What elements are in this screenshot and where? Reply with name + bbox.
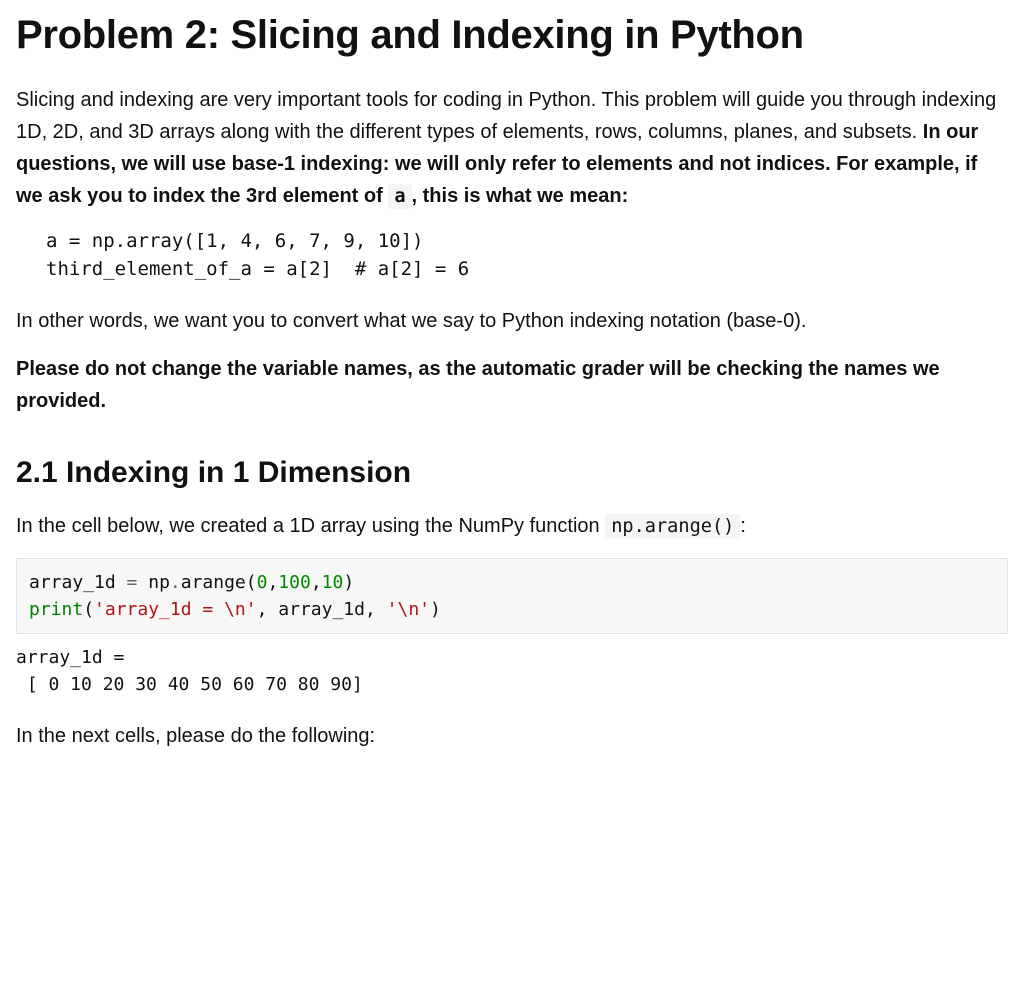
intro-bold-after: , this is what we mean:: [412, 185, 629, 207]
code-token: ,: [311, 572, 322, 593]
code-num: 0: [257, 572, 268, 593]
intro-lead: Slicing and indexing are very important …: [16, 89, 996, 143]
code-token: array_1d: [29, 572, 127, 593]
warning-text: Please do not change the variable names,…: [16, 358, 940, 412]
s21-intro-code: np.arange(): [605, 514, 740, 539]
code-token: ,: [267, 572, 278, 593]
code-token: ): [430, 599, 441, 620]
page-title: Problem 2: Slicing and Indexing in Pytho…: [16, 10, 1008, 60]
code-token: np: [137, 572, 170, 593]
s21-intro-after: :: [740, 515, 746, 537]
warning-paragraph: Please do not change the variable names,…: [16, 353, 1008, 417]
code-token: (: [83, 599, 94, 620]
code-cell: array_1d = np.arange(0,100,10) print('ar…: [16, 558, 1008, 634]
intro-code-token: a: [388, 184, 411, 209]
code-output: array_1d = [ 0 10 20 30 40 50 60 70 80 9…: [16, 644, 1008, 698]
post-example-paragraph: In other words, we want you to convert w…: [16, 305, 1008, 337]
section-2-1-heading: 2.1 Indexing in 1 Dimension: [16, 453, 1008, 492]
code-num: 100: [278, 572, 311, 593]
code-str: 'array_1d = \n': [94, 599, 257, 620]
section-2-1-followup: In the next cells, please do the followi…: [16, 720, 1008, 752]
code-builtin: print: [29, 599, 83, 620]
s21-intro-before: In the cell below, we created a 1D array…: [16, 515, 605, 537]
intro-paragraph: Slicing and indexing are very important …: [16, 84, 1008, 212]
code-str: '\n': [387, 599, 430, 620]
code-token: ): [343, 572, 354, 593]
code-token: arange(: [181, 572, 257, 593]
example-code-block: a = np.array([1, 4, 6, 7, 9, 10]) third_…: [16, 228, 1008, 283]
code-num: 10: [322, 572, 344, 593]
code-op: .: [170, 572, 181, 593]
code-token: , array_1d,: [257, 599, 387, 620]
section-2-1-intro: In the cell below, we created a 1D array…: [16, 510, 1008, 542]
code-op: =: [127, 572, 138, 593]
